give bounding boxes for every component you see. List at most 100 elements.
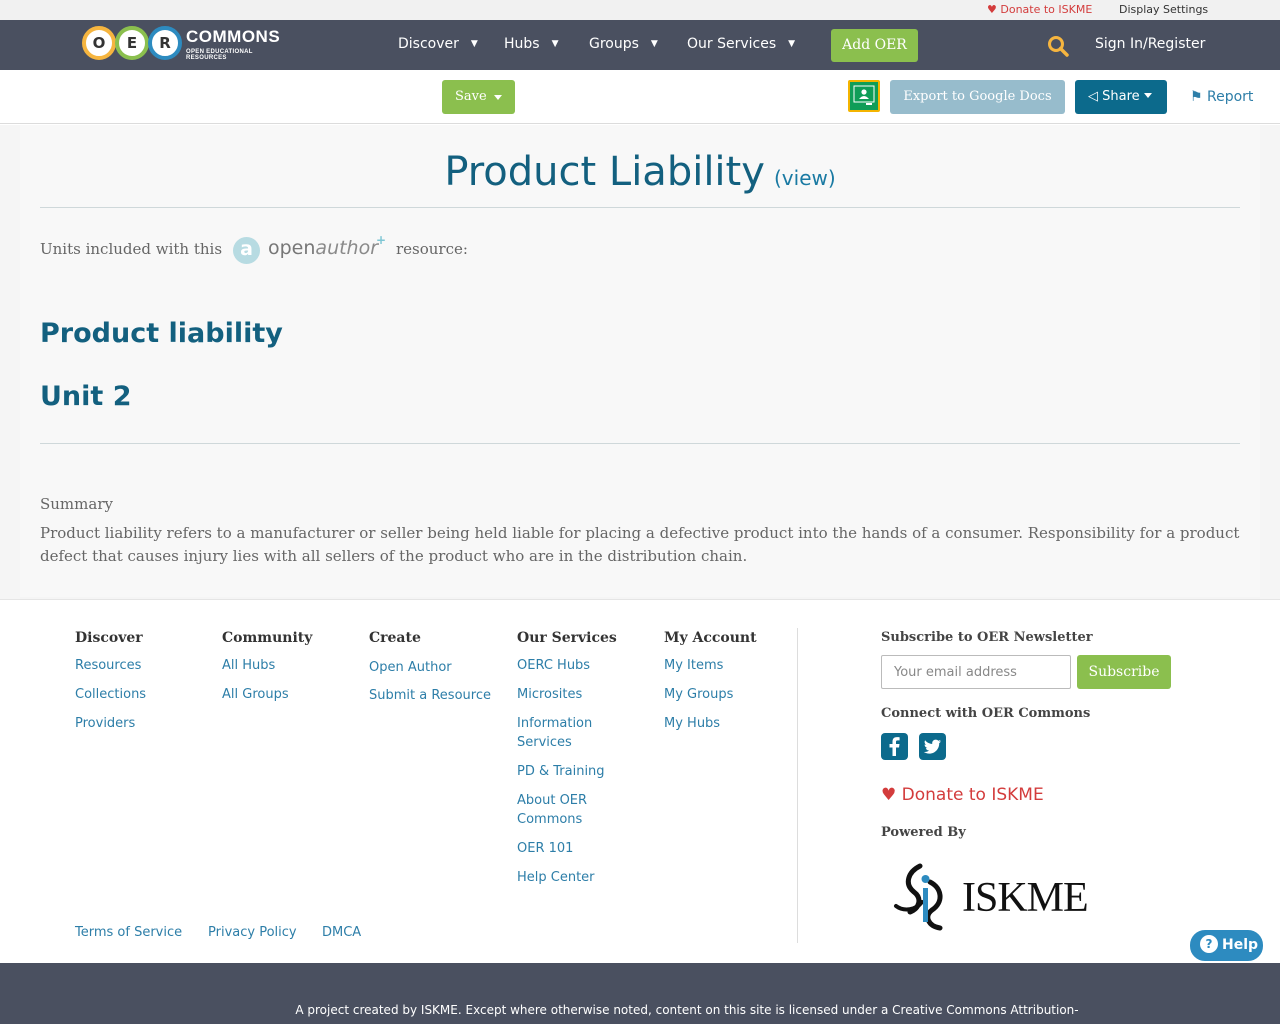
footer-heading-our-services: Our Services [517, 630, 617, 646]
logo-wordmark: COMMONS [186, 27, 281, 46]
donate-top-link[interactable]: ♥ Donate to ISKME [987, 3, 1092, 16]
footer-link-help-center[interactable]: Help Center [517, 868, 595, 887]
chevron-down-icon: ▼ [788, 39, 796, 49]
share-icon: ◁ [1088, 89, 1098, 104]
footer-link-my-groups[interactable]: My Groups [664, 685, 733, 704]
footer-link-oerc-hubs[interactable]: OERC Hubs [517, 656, 590, 675]
save-button-label: Save [455, 89, 487, 104]
caret-down-icon [1143, 93, 1152, 98]
footer-link-my-hubs[interactable]: My Hubs [664, 714, 720, 733]
footer-link-about-oer-commons[interactable]: About OER Commons [517, 791, 617, 829]
save-button[interactable]: Save [442, 80, 515, 114]
help-button[interactable]: ? Help [1188, 928, 1265, 963]
title-divider [40, 207, 1240, 208]
privacy-policy-link[interactable]: Privacy Policy [208, 925, 297, 940]
unit-title[interactable]: Product liability [40, 318, 283, 349]
footer-heading-my-account: My Account [664, 630, 757, 646]
logo-letter-o: O [82, 26, 116, 60]
open-author-wordmark: openauthor [268, 237, 378, 259]
donate-footer-label: Donate to ISKME [901, 785, 1044, 805]
iskme-swirl-icon [894, 863, 943, 931]
nav-our-services[interactable]: Our Services ▼ [687, 36, 795, 52]
footer-link-my-items[interactable]: My Items [664, 656, 723, 675]
units-suffix: resource: [396, 240, 468, 258]
dmca-link[interactable]: DMCA [322, 925, 361, 940]
footer-link-submit-resource[interactable]: Submit a Resource [369, 686, 491, 705]
footer-link-all-groups[interactable]: All Groups [222, 685, 289, 704]
footer-heading-create: Create [369, 630, 421, 646]
footer-link-microsites[interactable]: Microsites [517, 685, 582, 704]
footer-link-all-hubs[interactable]: All Hubs [222, 656, 275, 675]
nav-hubs[interactable]: Hubs ▼ [504, 36, 559, 52]
nav-hubs-label: Hubs [504, 36, 540, 52]
chevron-down-icon: ▼ [650, 39, 658, 49]
footer-heading-discover: Discover [75, 630, 143, 646]
share-button[interactable]: ◁ Share [1075, 80, 1167, 114]
subscribe-button[interactable]: Subscribe [1077, 655, 1171, 689]
sign-in-register-link[interactable]: Sign In/Register [1095, 36, 1205, 52]
iskme-wordmark: ISKME [962, 875, 1089, 921]
open-author-open: open [268, 237, 316, 259]
flag-icon: ⚑ [1190, 89, 1203, 105]
summary-label: Summary [40, 495, 113, 513]
plus-icon: + [376, 233, 387, 247]
open-author-a-icon: a [233, 237, 260, 264]
report-link[interactable]: ⚑ Report [1190, 89, 1253, 105]
footer-divider [797, 628, 798, 943]
export-google-docs-button[interactable]: Export to Google Docs [890, 80, 1065, 114]
utility-bar: ♥ Donate to ISKME Display Settings [0, 0, 1280, 20]
iskme-logo[interactable]: ISKME [890, 862, 1090, 934]
share-button-label: Share [1102, 89, 1140, 104]
donate-top-label: Donate to ISKME [1000, 3, 1093, 16]
nav-discover[interactable]: Discover ▼ [398, 36, 478, 52]
footer-link-oer-101[interactable]: OER 101 [517, 839, 573, 858]
chevron-down-icon: ▼ [470, 39, 478, 49]
question-icon: ? [1200, 935, 1218, 953]
copyright-text: A project created by ISKME. Except where… [295, 1003, 1079, 1017]
caret-down-icon [494, 95, 502, 100]
google-classroom-icon[interactable] [848, 80, 880, 112]
units-intro: Units included with this [40, 240, 223, 258]
connect-heading: Connect with OER Commons [881, 706, 1091, 721]
logo-tagline: OPEN EDUCATIONAL RESOURCES [186, 49, 253, 61]
nav-groups[interactable]: Groups ▼ [589, 36, 658, 52]
logo-letter-e: E [115, 26, 149, 60]
newsletter-heading: Subscribe to OER Newsletter [881, 630, 1093, 645]
powered-by-label: Powered By [881, 825, 966, 840]
open-author-author: author [315, 237, 379, 259]
heart-icon: ♥ [881, 785, 897, 805]
footer-link-providers[interactable]: Providers [75, 714, 135, 733]
oer-commons-logo[interactable]: O E R COMMONS OPEN EDUCATIONAL RESOURCES [82, 25, 284, 61]
footer-link-information-services[interactable]: Information Services [517, 714, 617, 752]
heart-icon: ♥ [987, 3, 997, 16]
display-settings-link[interactable]: Display Settings [1119, 3, 1208, 16]
footer-link-collections[interactable]: Collections [75, 685, 146, 704]
summary-text: Product liability refers to a manufactur… [40, 524, 1240, 565]
nav-discover-label: Discover [398, 36, 459, 52]
donate-footer-link[interactable]: ♥ Donate to ISKME [881, 785, 1044, 805]
unit-divider [40, 443, 1240, 444]
unit-number: Unit 2 [40, 381, 132, 412]
newsletter-email-input[interactable] [881, 655, 1071, 689]
footer-link-resources[interactable]: Resources [75, 656, 141, 675]
footer-heading-community: Community [222, 630, 313, 646]
twitter-icon[interactable] [919, 733, 946, 760]
nav-our-services-label: Our Services [687, 36, 777, 52]
search-icon[interactable] [1047, 35, 1069, 57]
facebook-icon[interactable] [881, 733, 908, 760]
resource-title: Product Liability [444, 149, 765, 195]
add-oer-button[interactable]: Add OER [831, 29, 918, 62]
chevron-down-icon: ▼ [551, 39, 559, 49]
open-author-logo: a openauthor + [233, 233, 387, 265]
logo-letter-r: R [148, 26, 182, 60]
page-title: Product Liability (view) [0, 149, 1280, 195]
resource-toolbar: Save Export to Google Docs ◁ Share ⚑ Rep… [0, 70, 1280, 124]
help-label: Help [1222, 937, 1259, 953]
view-link[interactable]: (view) [774, 166, 836, 190]
nav-groups-label: Groups [589, 36, 639, 52]
main-nav: O E R COMMONS OPEN EDUCATIONAL RESOURCES… [0, 20, 1280, 70]
footer-link-open-author[interactable]: Open Author [369, 658, 452, 677]
report-label: Report [1207, 89, 1254, 105]
terms-of-service-link[interactable]: Terms of Service [75, 925, 182, 940]
footer-link-pd-training[interactable]: PD & Training [517, 762, 605, 781]
